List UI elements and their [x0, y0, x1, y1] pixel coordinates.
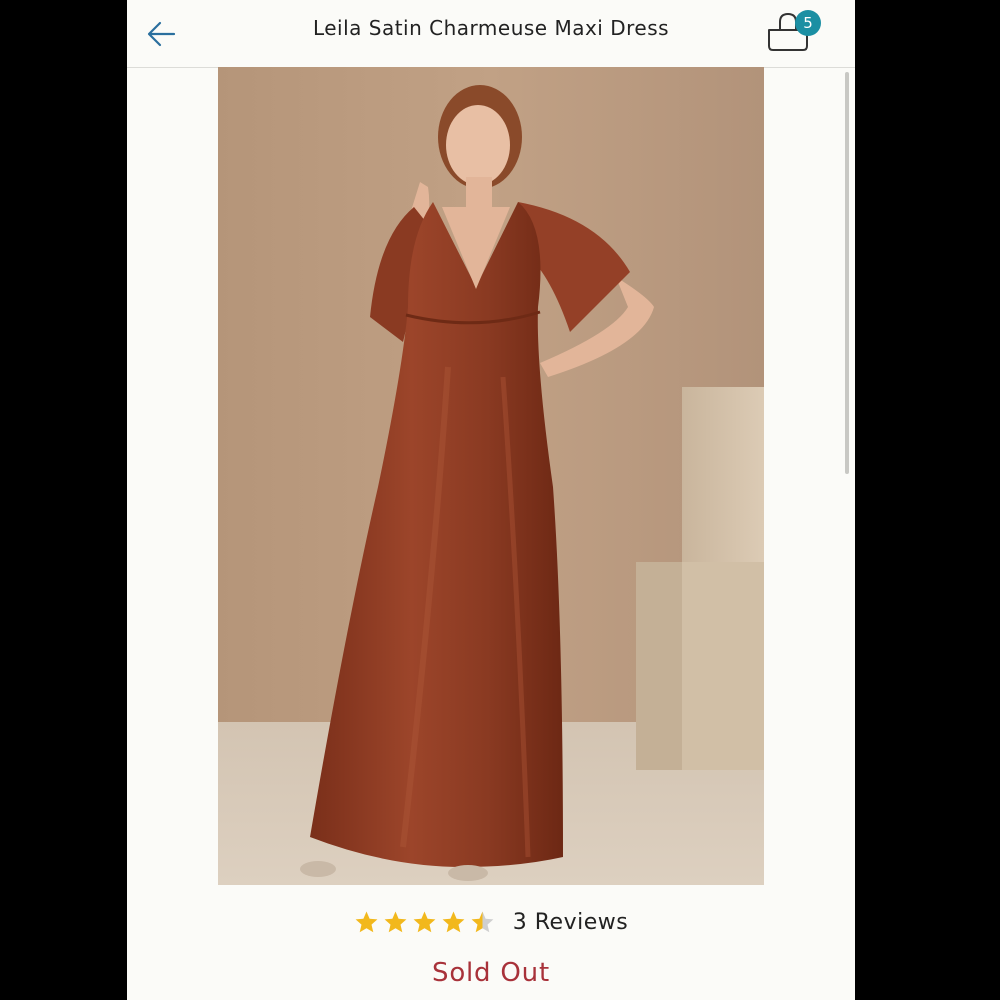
star-filled-icon: [384, 911, 407, 932]
star-half-icon: [471, 911, 494, 932]
top-nav-bar: Leila Satin Charmeuse Maxi Dress 5: [127, 0, 855, 68]
cart-button[interactable]: 5: [765, 6, 825, 58]
scrollbar[interactable]: [845, 72, 849, 474]
rating-row: 3 Reviews: [127, 904, 855, 940]
cart-count-badge: 5: [795, 10, 821, 36]
model-photo: [218, 67, 764, 885]
star-filled-icon: [355, 911, 378, 932]
reviews-link[interactable]: 3 Reviews: [513, 910, 628, 935]
star-filled-icon: [413, 911, 436, 932]
back-button[interactable]: [143, 16, 179, 52]
arrow-left-icon: [147, 21, 176, 47]
stock-status: Sold Out: [432, 958, 550, 988]
page-title: Leila Satin Charmeuse Maxi Dress: [312, 16, 670, 40]
star-filled-icon: [442, 911, 465, 932]
star-rating: [354, 910, 495, 935]
app-screen: Leila Satin Charmeuse Maxi Dress 5 3 Rev…: [127, 0, 855, 1000]
product-image[interactable]: [218, 67, 764, 885]
